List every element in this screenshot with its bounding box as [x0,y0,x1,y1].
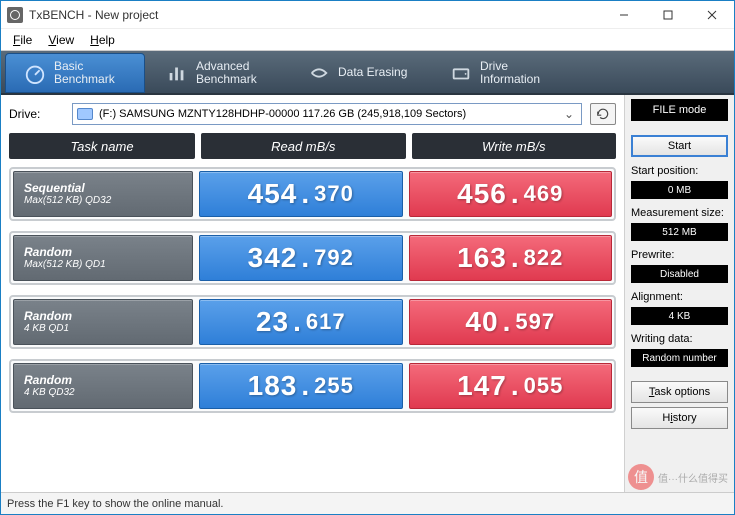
refresh-button[interactable] [590,103,616,125]
read-value: 23.617 [199,299,403,345]
menu-view[interactable]: View [40,31,82,49]
titlebar: TxBENCH - New project [1,1,734,29]
prewrite-label: Prewrite: [631,249,728,261]
drive-label: Drive: [9,107,64,121]
drive-value: (F:) SAMSUNG MZNTY128HDHP-00000 117.26 G… [99,108,561,120]
result-row: RandomMax(512 KB) QD1342.792163.822 [9,231,616,285]
task-title: Random [24,373,182,387]
tab-label: Advanced Benchmark [196,60,257,86]
result-row: Random4 KB QD123.61740.597 [9,295,616,349]
task-name[interactable]: Random4 KB QD32 [13,363,193,409]
chevron-down-icon: ⌄ [561,107,577,121]
tab-label: Drive Information [480,60,540,86]
read-value: 183.255 [199,363,403,409]
write-value: 40.597 [409,299,613,345]
results-rows: SequentialMax(512 KB) QD32454.370456.469… [9,167,616,488]
tab-data-erasing[interactable]: Data Erasing [289,53,429,93]
sidebar: FILE mode Start Start position: 0 MB Mea… [624,95,734,492]
read-value: 342.792 [199,235,403,281]
write-value: 147.055 [409,363,613,409]
write-value: 456.469 [409,171,613,217]
minimize-button[interactable] [602,1,646,29]
menu-file[interactable]: File [5,31,40,49]
tab-label: Basic Benchmark [54,60,115,86]
task-name[interactable]: SequentialMax(512 KB) QD32 [13,171,193,217]
header-task: Task name [9,133,195,159]
header-read: Read mB/s [201,133,406,159]
menubar: File View Help [1,29,734,51]
disk-icon [77,108,93,120]
tab-label: Data Erasing [338,66,407,79]
task-options-button[interactable]: Task options [631,381,728,403]
results-header: Task name Read mB/s Write mB/s [9,133,616,159]
task-title: Random [24,309,182,323]
file-mode-button[interactable]: FILE mode [631,99,728,121]
tab-advanced-benchmark[interactable]: Advanced Benchmark [147,53,287,93]
tab-drive-information[interactable]: Drive Information [431,53,571,93]
gauge-icon [24,62,46,84]
task-title: Random [24,245,182,259]
measurement-size-label: Measurement size: [631,207,728,219]
refresh-icon [596,107,610,121]
tab-basic-benchmark[interactable]: Basic Benchmark [5,53,145,93]
start-position-value: 0 MB [631,181,728,199]
close-button[interactable] [690,1,734,29]
task-name[interactable]: Random4 KB QD1 [13,299,193,345]
start-position-label: Start position: [631,165,728,177]
writing-data-value: Random number [631,349,728,367]
main-panel: Drive: (F:) SAMSUNG MZNTY128HDHP-00000 1… [1,95,624,492]
maximize-button[interactable] [646,1,690,29]
drive-icon [450,62,472,84]
history-button[interactable]: History [631,407,728,429]
drive-select[interactable]: (F:) SAMSUNG MZNTY128HDHP-00000 117.26 G… [72,103,582,125]
start-button[interactable]: Start [631,135,728,157]
alignment-label: Alignment: [631,291,728,303]
task-sub: Max(512 KB) QD32 [24,195,182,207]
task-sub: 4 KB QD1 [24,323,182,335]
prewrite-value: Disabled [631,265,728,283]
writing-data-label: Writing data: [631,333,728,345]
status-text: Press the F1 key to show the online manu… [7,498,223,510]
task-title: Sequential [24,181,182,195]
write-value: 163.822 [409,235,613,281]
task-sub: Max(512 KB) QD1 [24,259,182,271]
result-row: SequentialMax(512 KB) QD32454.370456.469 [9,167,616,221]
task-name[interactable]: RandomMax(512 KB) QD1 [13,235,193,281]
task-sub: 4 KB QD32 [24,387,182,399]
app-icon [7,7,23,23]
bars-icon [166,62,188,84]
measurement-size-value: 512 MB [631,223,728,241]
header-write: Write mB/s [412,133,617,159]
read-value: 454.370 [199,171,403,217]
result-row: Random4 KB QD32183.255147.055 [9,359,616,413]
menu-help[interactable]: Help [82,31,123,49]
window-title: TxBENCH - New project [29,8,602,22]
erase-icon [308,62,330,84]
statusbar: Press the F1 key to show the online manu… [1,492,734,514]
alignment-value: 4 KB [631,307,728,325]
ribbon: Basic Benchmark Advanced Benchmark Data … [1,51,734,95]
